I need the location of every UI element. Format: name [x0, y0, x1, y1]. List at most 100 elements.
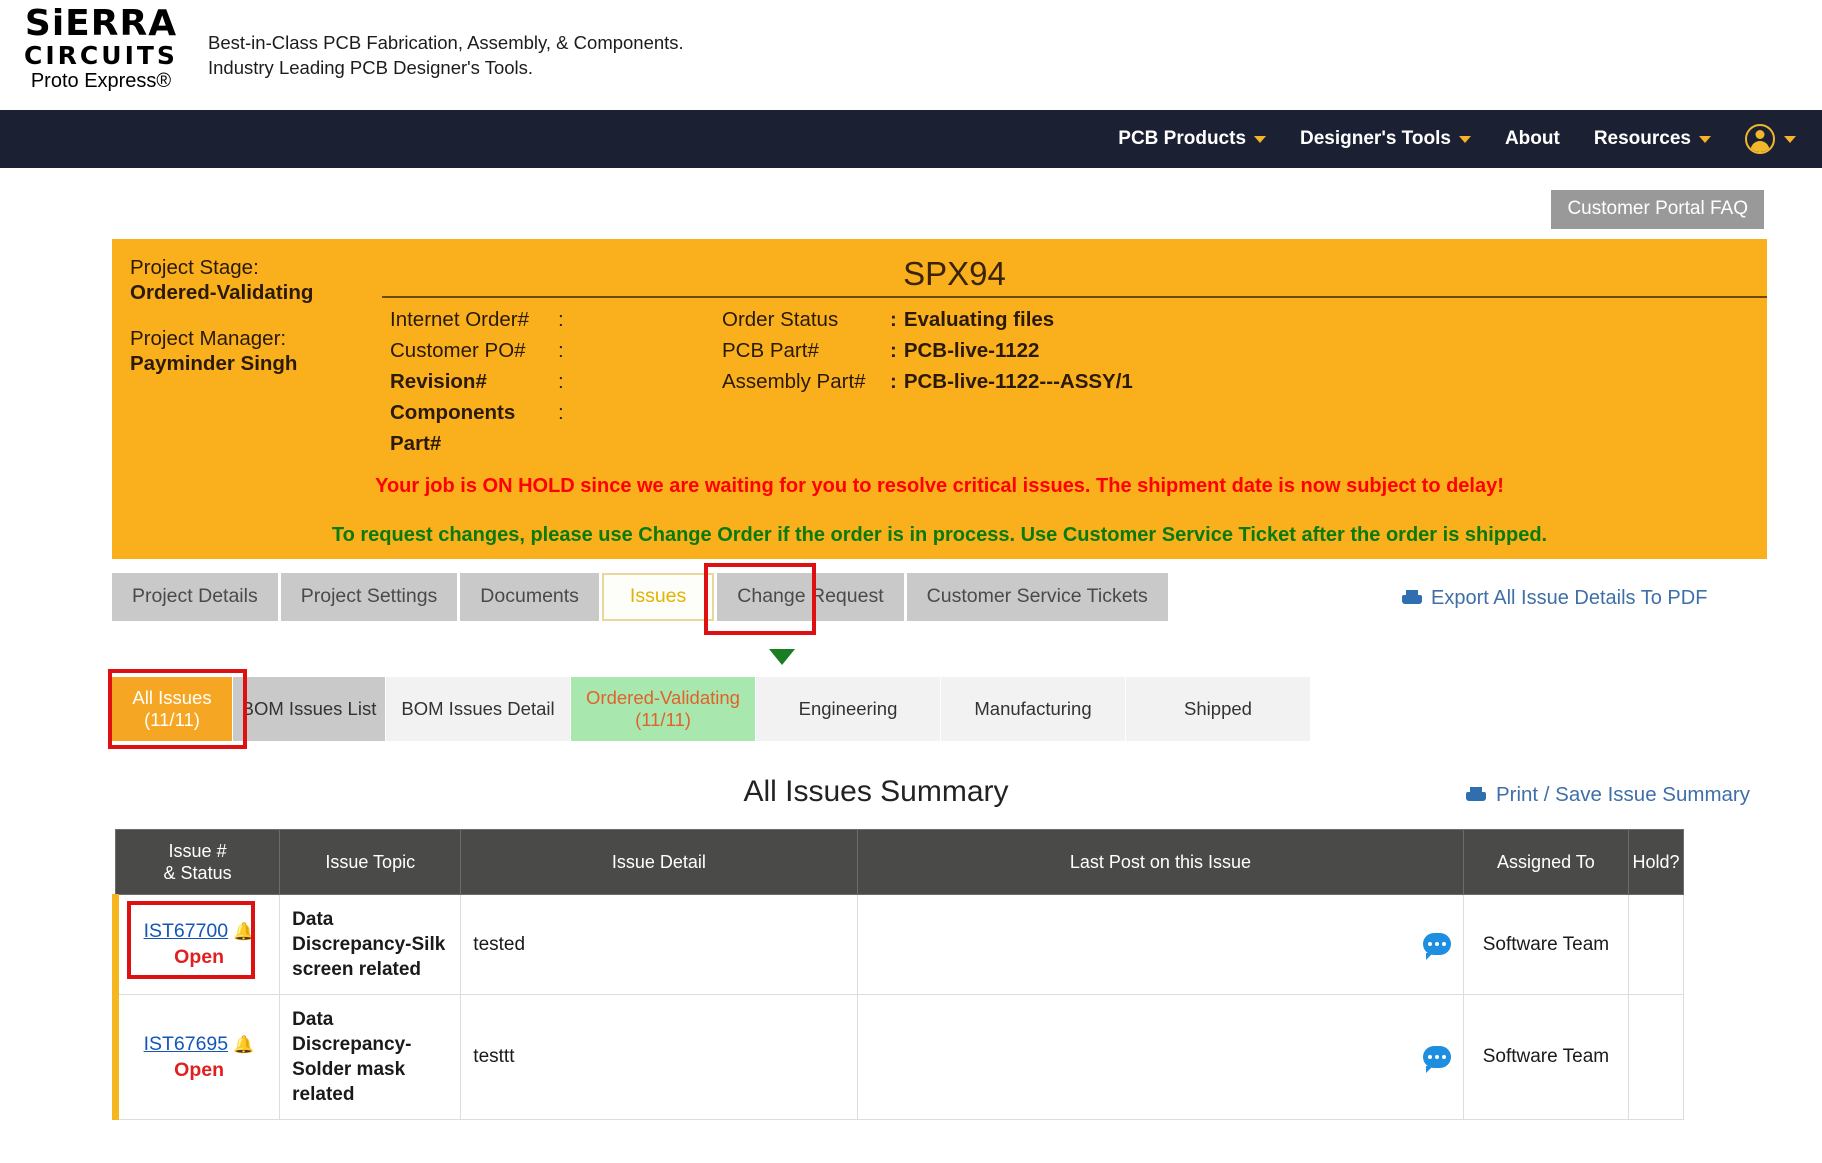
tab-issues[interactable]: Issues — [601, 573, 715, 621]
column-header-last-post: Last Post on this Issue — [856, 829, 1465, 895]
nav-label: Resources — [1593, 128, 1691, 149]
issue-detail-cell: testtt — [460, 994, 858, 1120]
page-content: Customer Portal FAQ Project Stage: Order… — [0, 168, 1822, 1120]
field-value: PCB-live-1122 — [903, 339, 1040, 362]
field-part-number-line2: Part# — [390, 428, 702, 459]
tagline-line-1: Best-in-Class PCB Fabrication, Assembly,… — [208, 32, 684, 53]
issue-link[interactable]: IST67700 — [144, 920, 229, 942]
issue-link-wrap: IST67700 🔔 — [131, 920, 267, 943]
account-menu[interactable] — [1745, 124, 1796, 154]
issue-topic-cell: Data Discrepancy-Silk screen related — [279, 894, 462, 995]
column-header-issue-detail: Issue Detail — [460, 829, 858, 895]
sierra-circuits-logo[interactable]: SiERRA CIRCUITS Proto Express® — [12, 6, 190, 93]
column-header-assigned-to: Assigned To — [1463, 829, 1629, 895]
brand-tagline: Best-in-Class PCB Fabrication, Assembly,… — [208, 31, 684, 81]
printer-icon — [1402, 590, 1422, 607]
field-colon: : — [558, 401, 564, 424]
issue-id-cell: IST67700 🔔 Open — [111, 894, 281, 995]
user-avatar-icon — [1745, 124, 1775, 154]
field-components-part: Components : — [390, 397, 702, 428]
subtab-bom-issues-list[interactable]: BOM Issues List — [233, 677, 386, 741]
tab-customer-service-tickets[interactable]: Customer Service Tickets — [906, 573, 1168, 621]
assigned-to-cell: Software Team — [1463, 994, 1629, 1120]
banner-divider — [382, 296, 1767, 298]
tab-change-request[interactable]: Change Request — [717, 573, 904, 621]
brand-header: SiERRA CIRCUITS Proto Express® Best-in-C… — [0, 0, 1822, 110]
banner-right-fields: Order Status : Evaluating files PCB Part… — [702, 304, 1133, 459]
bell-icon: 🔔 — [233, 922, 255, 941]
field-value: Evaluating files — [903, 308, 1055, 331]
subtab-all-issues[interactable]: All Issues (11/11) — [112, 677, 233, 741]
table-row: IST67700 🔔 Open Data Discrepancy-Silk sc… — [111, 894, 1684, 995]
field-assembly-part: Assembly Part# : PCB-live-1122---ASSY/1 — [722, 366, 1133, 397]
banner-left-fields: Internet Order# : Customer PO# : Revisio… — [382, 304, 702, 459]
nav-item-designers-tools[interactable]: Designer's Tools — [1300, 128, 1471, 150]
hold-cell — [1627, 894, 1684, 995]
field-colon: : — [890, 308, 897, 331]
logo-line-circuits: CIRCUITS — [24, 41, 178, 70]
summary-header: All Issues Summary Print / Save Issue Su… — [0, 775, 1822, 809]
subtab-ordered-validating[interactable]: Ordered-Validating (11/11) — [571, 677, 756, 741]
chat-bubble-icon[interactable] — [1423, 1045, 1452, 1073]
subtab-manufacturing[interactable]: Manufacturing — [941, 677, 1126, 741]
subtab-engineering[interactable]: Engineering — [756, 677, 941, 741]
printer-icon — [1465, 786, 1486, 804]
chat-bubble-icon[interactable] — [1423, 933, 1452, 961]
table-row: IST67695 🔔 Open Data Discrepancy-Solder … — [111, 994, 1684, 1120]
subtab-label: All Issues — [132, 687, 212, 708]
tagline-line-2: Industry Leading PCB Designer's Tools. — [208, 56, 534, 78]
status-badge: Open — [174, 1058, 224, 1081]
chevron-down-icon — [1458, 135, 1471, 143]
project-stage-value: Ordered-Validating — [130, 281, 314, 304]
project-manager-label: Project Manager: — [130, 327, 287, 350]
chevron-down-icon — [1784, 135, 1796, 143]
subtab-bom-issues-detail[interactable]: BOM Issues Detail — [386, 677, 571, 741]
header-line-1: Issue # — [168, 841, 227, 861]
change-request-notice: To request changes, please use Change Or… — [331, 524, 1548, 546]
subtab-shipped[interactable]: Shipped — [1126, 677, 1311, 741]
tab-project-details[interactable]: Project Details — [112, 573, 278, 621]
on-hold-warning: Your job is ON HOLD since we are waiting… — [375, 475, 1504, 497]
field-key: Part# — [390, 432, 442, 455]
project-manager-value: Payminder Singh — [130, 352, 298, 375]
field-revision: Revision# : — [390, 366, 702, 397]
hold-cell — [1627, 994, 1684, 1120]
subtab-count: (11/11) — [635, 709, 691, 730]
project-stage-label: Project Stage: — [130, 256, 259, 279]
project-banner: Project Stage: Ordered-Validating Projec… — [112, 239, 1767, 559]
column-header-issue-topic: Issue Topic — [279, 829, 462, 895]
issue-topic-cell: Data Discrepancy-Solder mask related — [279, 994, 462, 1120]
field-key: Order Status — [722, 308, 839, 331]
chevron-down-icon — [1254, 135, 1267, 143]
field-pcb-part: PCB Part# : PCB-live-1122 — [722, 335, 1133, 366]
main-navigation: PCB Products Designer's Tools About Reso… — [0, 110, 1822, 168]
nav-item-about[interactable]: About — [1505, 128, 1560, 150]
table-header-row: Issue # & Status Issue Topic Issue Detai… — [114, 829, 1684, 895]
column-header-hold: Hold? — [1627, 829, 1684, 895]
export-link-label: Export All Issue Details To PDF — [1431, 587, 1708, 609]
nav-item-pcb-products[interactable]: PCB Products — [1118, 128, 1267, 150]
assigned-to-cell: Software Team — [1463, 894, 1629, 995]
nav-item-resources[interactable]: Resources — [1594, 128, 1711, 150]
tab-project-settings[interactable]: Project Settings — [280, 573, 458, 621]
issue-link-wrap: IST67695 🔔 — [131, 1033, 267, 1056]
subtab-label: BOM Issues List — [241, 698, 377, 719]
export-all-issue-details-to-pdf-link[interactable]: Export All Issue Details To PDF — [1402, 587, 1707, 610]
subtab-label: Ordered-Validating — [586, 687, 740, 708]
field-order-status: Order Status : Evaluating files — [722, 304, 1133, 335]
bell-icon: 🔔 — [233, 1034, 255, 1054]
print-save-issue-summary-link[interactable]: Print / Save Issue Summary — [1465, 783, 1750, 807]
status-badge: Open — [174, 946, 224, 968]
field-key: Revision# — [390, 370, 487, 393]
field-customer-po: Customer PO# : — [390, 335, 702, 366]
customer-portal-faq-button[interactable]: Customer Portal FAQ — [1551, 190, 1764, 229]
tab-documents[interactable]: Documents — [460, 573, 599, 621]
project-code: SPX94 — [903, 255, 1006, 292]
field-value: PCB-live-1122---ASSY/1 — [903, 370, 1133, 393]
project-meta: Project Stage: Ordered-Validating Projec… — [112, 255, 382, 459]
chevron-down-icon — [1699, 135, 1711, 143]
issue-link[interactable]: IST67695 — [144, 1033, 229, 1055]
subtab-label: Engineering — [798, 698, 898, 719]
field-colon: : — [558, 370, 564, 393]
nav-label: Designer's Tools — [1300, 128, 1451, 149]
